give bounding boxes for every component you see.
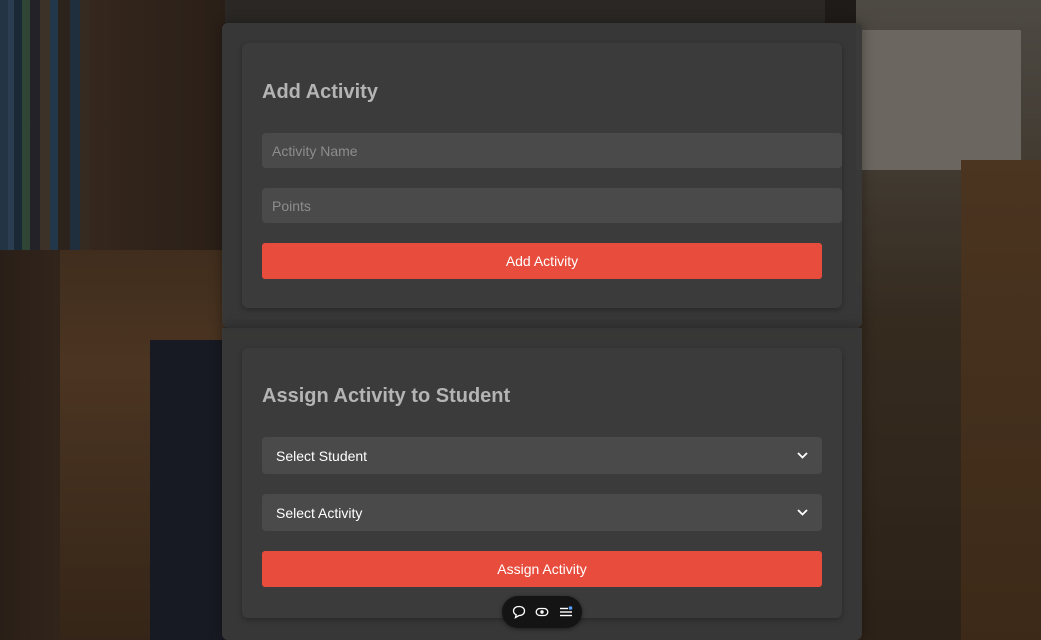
assign-activity-card: Assign Activity to Student Select Studen… [242,348,842,618]
activity-select[interactable]: Select Activity [262,494,822,531]
student-select[interactable]: Select Student [262,437,822,474]
add-activity-card: Add Activity Add Activity [242,43,842,308]
activity-select-value: Select Activity [276,504,363,521]
menu-icon[interactable] [559,605,573,619]
add-activity-button[interactable]: Add Activity [262,243,822,279]
assign-activity-button[interactable]: Assign Activity [262,551,822,587]
main-container: Add Activity Add Activity Assign Activit… [222,23,862,640]
assign-activity-panel: Assign Activity to Student Select Studen… [222,328,862,640]
add-activity-button-label: Add Activity [505,253,579,269]
floating-toolbar [502,596,582,628]
eye-icon[interactable] [535,605,549,619]
chevron-down-icon [796,507,808,519]
points-input[interactable] [262,188,842,223]
assign-activity-button-label: Assign Activity [497,561,587,577]
comment-icon[interactable] [512,605,526,619]
add-activity-title: Add Activity [262,81,378,103]
assign-activity-title: Assign Activity to Student [262,385,511,407]
student-select-value: Select Student [276,447,368,464]
add-activity-panel: Add Activity Add Activity [222,23,862,328]
chevron-down-icon [796,450,808,462]
activity-name-input[interactable] [262,133,842,168]
